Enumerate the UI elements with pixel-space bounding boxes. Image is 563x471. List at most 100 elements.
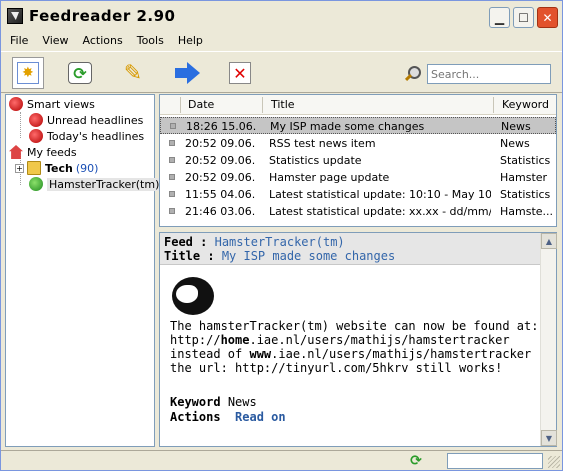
- hamster-logo: [170, 275, 216, 319]
- preview-pane[interactable]: Feed : HamsterTracker(tm) Title : My ISP…: [159, 232, 557, 447]
- article-body: The hamsterTracker(tm) website can now b…: [170, 319, 539, 375]
- tree-my-feeds[interactable]: My feeds: [9, 144, 77, 160]
- row-date: 20:52 09.06.: [185, 154, 256, 167]
- app-icon: [7, 8, 23, 24]
- feed-link[interactable]: HamsterTracker(tm): [215, 235, 345, 249]
- arrow-right-icon: [173, 62, 201, 84]
- row-keyword: News: [501, 120, 531, 133]
- row-title: My ISP made some changes: [270, 120, 425, 133]
- row-keyword: Hamster: [500, 171, 548, 184]
- item-icon: [169, 174, 175, 180]
- folder-icon: [27, 161, 41, 175]
- row-keyword: Hamste...: [500, 205, 554, 218]
- next-button[interactable]: [171, 57, 203, 89]
- smart-views-icon: [9, 97, 23, 111]
- row-keyword: Statistics: [500, 154, 551, 167]
- filter-icon: [29, 113, 43, 127]
- table-row[interactable]: 20:52 09.06. RSS test news item News: [160, 135, 556, 152]
- row-title: Statistics update: [269, 154, 362, 167]
- row-title: Latest statistical update: xx.xx - dd/mm…: [269, 205, 491, 218]
- new-feed-button[interactable]: [12, 57, 44, 89]
- feed-tree[interactable]: Smart views Unread headlines Today's hea…: [5, 94, 162, 447]
- home-icon: [9, 145, 23, 159]
- preview-scrollbar[interactable]: ▲ ▼: [540, 233, 557, 446]
- tree-smart-views[interactable]: Smart views: [9, 96, 95, 112]
- close-button[interactable]: ✕: [537, 7, 558, 28]
- row-date: 18:26 15.06.: [186, 120, 257, 133]
- col-keyword[interactable]: Keyword: [502, 98, 549, 111]
- feed-label: Feed :: [164, 235, 208, 249]
- list-header: Date Title Keyword: [160, 95, 556, 115]
- table-row[interactable]: 21:46 03.06. Latest statistical update: …: [160, 203, 556, 220]
- tree-unread-headlines[interactable]: Unread headlines: [29, 112, 143, 128]
- table-row[interactable]: 20:52 09.06. Statistics update Statistic…: [160, 152, 556, 169]
- row-title: Latest statistical update: 10:10 - May 1…: [269, 188, 491, 201]
- expand-icon[interactable]: +: [15, 163, 24, 173]
- row-keyword: News: [500, 137, 530, 150]
- preview-header: Feed : HamsterTracker(tm) Title : My ISP…: [160, 233, 541, 265]
- scroll-up-icon[interactable]: ▲: [541, 233, 557, 249]
- col-date[interactable]: Date: [188, 98, 214, 111]
- title-link[interactable]: My ISP made some changes: [222, 249, 395, 263]
- status-progress: [447, 453, 543, 469]
- window-title: Feedreader 2.90: [29, 7, 176, 25]
- tech-label: Tech: [45, 161, 73, 175]
- today-label: Today's headlines: [47, 129, 145, 143]
- search-icon[interactable]: [404, 65, 422, 83]
- unread-label: Unread headlines: [47, 113, 144, 127]
- feed-icon: [29, 177, 43, 191]
- title-bar[interactable]: Feedreader 2.90 ▁ ☐ ✕: [1, 1, 562, 31]
- table-row[interactable]: 11:55 04.06. Latest statistical update: …: [160, 186, 556, 203]
- item-icon: [169, 140, 175, 146]
- delete-icon: ✕: [229, 62, 251, 84]
- search-input[interactable]: [427, 64, 551, 84]
- tree-tech-folder[interactable]: + Tech (90): [15, 160, 98, 176]
- menu-view[interactable]: View: [35, 34, 75, 47]
- item-icon: [169, 157, 175, 163]
- maximize-button[interactable]: ☐: [513, 7, 534, 28]
- menu-actions[interactable]: Actions: [76, 34, 130, 47]
- refresh-status-icon[interactable]: ⟳: [408, 453, 424, 469]
- scroll-down-icon[interactable]: ▼: [541, 430, 557, 446]
- table-row[interactable]: 18:26 15.06. My ISP made some changes Ne…: [160, 117, 556, 134]
- refresh-button[interactable]: ⟳: [64, 57, 96, 89]
- row-title: Hamster page update: [269, 171, 390, 184]
- edit-button[interactable]: ✎: [117, 57, 149, 89]
- smart-views-label: Smart views: [27, 97, 95, 111]
- pencil-icon: ✎: [123, 60, 143, 86]
- headline-list[interactable]: Date Title Keyword 18:26 15.06. My ISP m…: [159, 94, 557, 227]
- actions-label: Actions: [170, 410, 221, 424]
- tree-todays-headlines[interactable]: Today's headlines: [29, 128, 144, 144]
- menu-help[interactable]: Help: [171, 34, 210, 47]
- keyword-label: Keyword: [170, 395, 221, 409]
- row-date: 20:52 09.06.: [185, 171, 256, 184]
- read-on-link[interactable]: Read on: [235, 410, 286, 424]
- col-title[interactable]: Title: [271, 98, 295, 111]
- toolbar: ⟳ ✎ ✕: [1, 51, 562, 93]
- table-row[interactable]: 20:52 09.06. Hamster page update Hamster: [160, 169, 556, 186]
- row-date: 20:52 09.06.: [185, 137, 256, 150]
- delete-button[interactable]: ✕: [224, 57, 256, 89]
- menu-file[interactable]: File: [3, 34, 35, 47]
- article-meta: Keyword News Actions Read on: [170, 395, 286, 425]
- row-title: RSS test news item: [269, 137, 376, 150]
- row-keyword: Statistics: [500, 188, 551, 201]
- menu-bar: File View Actions Tools Help: [1, 31, 562, 50]
- item-icon: [169, 191, 175, 197]
- tech-count: (90): [75, 161, 99, 175]
- item-icon: [170, 123, 176, 129]
- keyword-value: News: [227, 395, 257, 409]
- refresh-icon: ⟳: [68, 62, 92, 84]
- filter-icon: [29, 129, 43, 143]
- status-bar: ⟳: [1, 450, 562, 470]
- title-label: Title :: [164, 249, 215, 263]
- menu-tools[interactable]: Tools: [130, 34, 171, 47]
- row-date: 21:46 03.06.: [185, 205, 256, 218]
- hamstertracker-label: HamsterTracker(tm): [47, 177, 162, 191]
- row-date: 11:55 04.06.: [185, 188, 256, 201]
- my-feeds-label: My feeds: [27, 145, 77, 159]
- tree-hamstertracker[interactable]: HamsterTracker(tm): [29, 176, 162, 192]
- minimize-button[interactable]: ▁: [489, 7, 510, 28]
- resize-grip-icon[interactable]: [548, 456, 560, 468]
- item-icon: [169, 208, 175, 214]
